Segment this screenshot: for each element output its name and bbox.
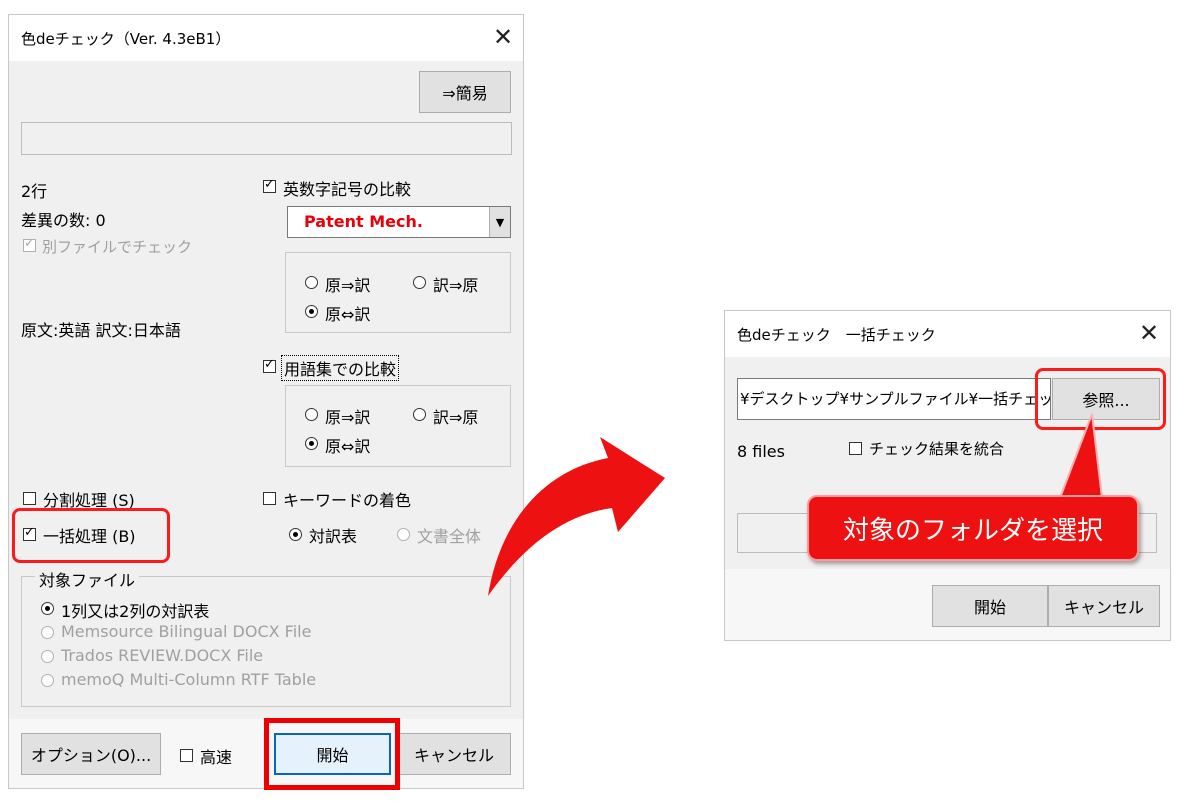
alnum-compare-label: 英数字記号の比較 [283, 180, 412, 199]
target-radio-1[interactable] [41, 626, 54, 639]
close-icon[interactable]: ✕ [1139, 321, 1159, 345]
simple-mode-button[interactable]: ⇒簡易 [419, 71, 511, 113]
alnum-compare-checkbox[interactable] [263, 177, 276, 193]
fast-checkbox[interactable] [180, 749, 193, 762]
diff-count: 差異の数: 0 [21, 211, 106, 230]
close-icon[interactable]: ✕ [493, 25, 513, 49]
alnum-radio-src-to-tgt[interactable] [305, 276, 318, 289]
target-file-legend: 対象ファイル [35, 567, 140, 591]
merge-results-label: チェック結果を統合 [869, 440, 1005, 458]
alnum-label-src-to-tgt: 原⇒訳 [325, 276, 371, 295]
folder-path-input[interactable]: ¥デスクトップ¥サンプルファイル¥一括チェック [737, 378, 1051, 420]
alnum-label-tgt-to-src: 訳⇒原 [433, 276, 479, 295]
keyword-color-label: キーワードの着色 [283, 491, 412, 510]
split-process-checkbox[interactable] [23, 492, 36, 505]
target-label-2: Trados REVIEW.DOCX File [61, 646, 264, 665]
keyword-color-checkbox[interactable] [263, 492, 276, 505]
dictionary-select-value: Patent Mech. [304, 212, 423, 231]
batch-title-bar: 色deチェック 一括チェック ✕ [725, 311, 1170, 357]
cancel-button[interactable]: キャンセル [397, 733, 511, 775]
target-radio-0[interactable] [41, 602, 54, 615]
batch-start-button[interactable]: 開始 [932, 585, 1048, 627]
glossary-label-src-to-tgt: 原⇒訳 [325, 408, 371, 427]
keyword-radio-whole[interactable] [397, 528, 410, 541]
glossary-radio-src-to-tgt[interactable] [305, 408, 318, 421]
browse-highlight [1035, 368, 1166, 430]
target-label-1: Memsource Bilingual DOCX File [61, 622, 312, 641]
separate-file-label: 別ファイルでチェック [42, 238, 193, 256]
merge-results-checkbox[interactable] [849, 442, 862, 455]
glossary-label-tgt-to-src: 訳⇒原 [433, 408, 479, 427]
main-window: 色deチェック（Ver. 4.3eB1） ✕ ⇒簡易 2行 差異の数: 0 別フ… [8, 14, 524, 789]
alnum-radio-tgt-to-src[interactable] [413, 276, 426, 289]
keyword-radio-table[interactable] [289, 528, 302, 541]
line-count: 2行 [21, 182, 48, 201]
batch-window: 色deチェック 一括チェック ✕ ¥デスクトップ¥サンプルファイル¥一括チェック… [724, 310, 1171, 641]
glossary-compare-checkbox[interactable] [263, 357, 276, 373]
options-button[interactable]: オプション(O)... [21, 733, 161, 775]
alnum-label-both: 原⇔訳 [325, 305, 371, 324]
main-window-title: 色deチェック（Ver. 4.3eB1） [21, 30, 231, 48]
batch-window-title: 色deチェック 一括チェック [737, 326, 936, 344]
dictionary-select[interactable]: Patent Mech. ▼ [287, 206, 511, 238]
fast-label: 高速 [200, 748, 233, 767]
target-label-3: memoQ Multi-Column RTF Table [61, 670, 317, 689]
folder-path-value: ¥デスクトップ¥サンプルファイル¥一括チェック [740, 390, 1051, 408]
target-radio-3[interactable] [41, 674, 54, 687]
callout-bubble: 対象のフォルダを選択 [807, 495, 1139, 561]
separate-file-checkbox[interactable] [23, 236, 36, 252]
batch-process-highlight [12, 508, 170, 563]
glossary-radio-both[interactable] [305, 437, 318, 450]
progress-bar [21, 122, 512, 155]
start-button-highlight [264, 718, 400, 790]
main-title-bar: 色deチェック（Ver. 4.3eB1） ✕ [9, 15, 523, 61]
target-label-0: 1列又は2列の対訳表 [61, 602, 210, 621]
glossary-label-both: 原⇔訳 [325, 437, 371, 456]
keyword-label-whole: 文書全体 [417, 527, 482, 546]
batch-cancel-button[interactable]: キャンセル [1048, 585, 1160, 627]
language-pair: 原文:英語 訳文:日本語 [21, 321, 181, 340]
keyword-label-table: 対訳表 [309, 527, 358, 546]
file-count: 8 files [737, 442, 785, 461]
callout-text: 対象のフォルダを選択 [842, 515, 1103, 546]
chevron-down-icon[interactable]: ▼ [489, 207, 510, 237]
target-radio-2[interactable] [41, 650, 54, 663]
glossary-compare-label: 用語集での比較 [281, 355, 400, 381]
alnum-radio-both[interactable] [305, 305, 318, 318]
glossary-radio-tgt-to-src[interactable] [413, 408, 426, 421]
